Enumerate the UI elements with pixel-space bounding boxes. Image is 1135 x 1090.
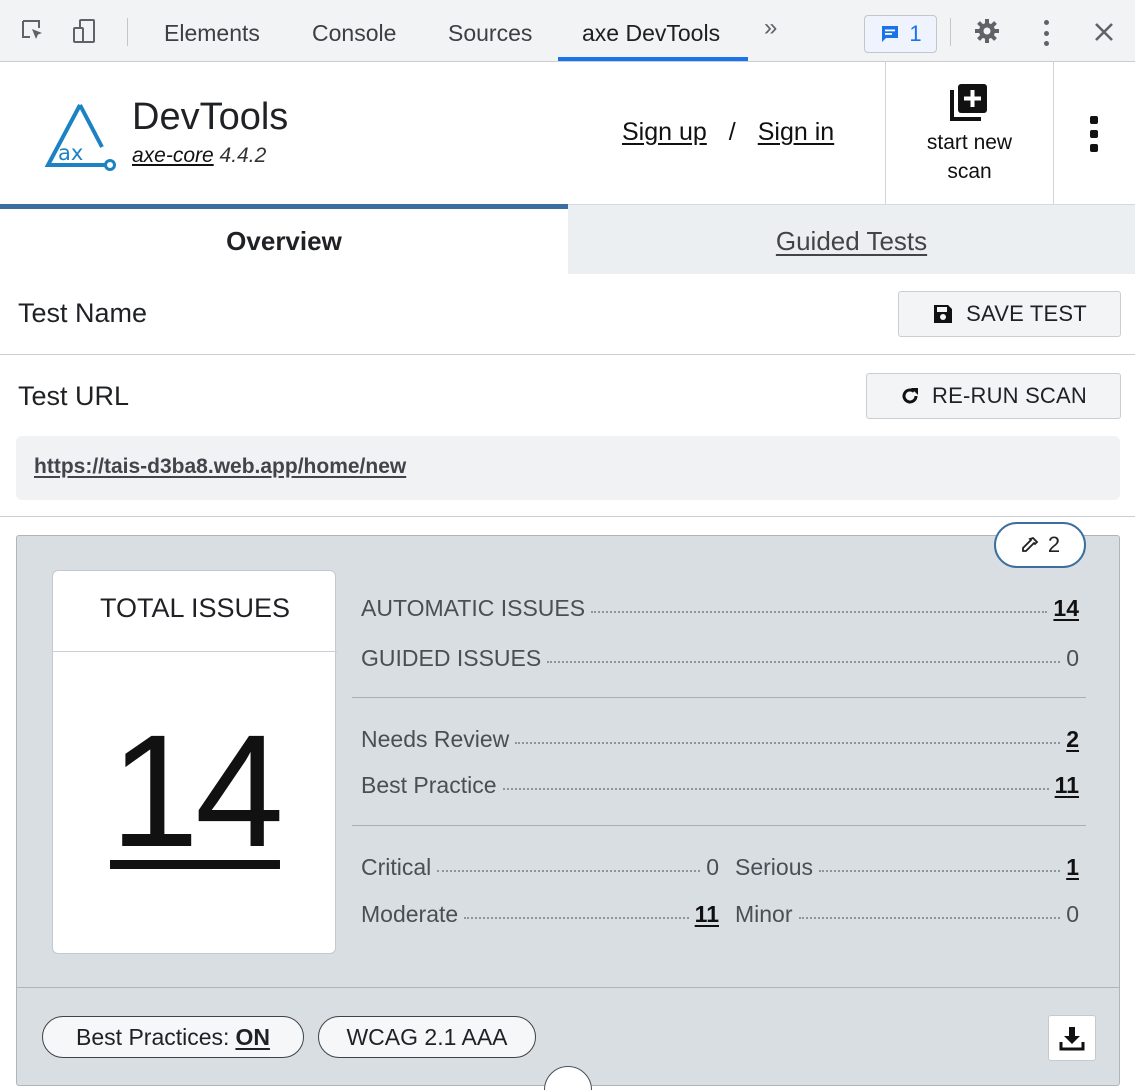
minor-count: 0 (1066, 901, 1079, 927)
best-practices-toggle[interactable]: Best Practices: ON (42, 1016, 304, 1058)
minor-label: Minor (735, 901, 793, 927)
axe-menu-icon[interactable] (1088, 116, 1100, 152)
total-issues-card: TOTAL ISSUES 14 (52, 570, 337, 954)
section-divider (352, 825, 1086, 826)
needs-review-pill-count: 2 (1047, 532, 1061, 557)
issues-counter-button[interactable]: 1 (864, 15, 937, 53)
wcag-standard-label: WCAG 2.1 AAA (346, 1023, 508, 1050)
needs-review-pill[interactable]: 2 (994, 522, 1086, 568)
issues-count: 1 (909, 21, 922, 46)
auth-links: Sign up / Sign in (622, 118, 834, 147)
critical-row: Critical 0 (361, 854, 719, 881)
test-name-label: Test Name (18, 298, 148, 328)
best-practice-row: Best Practice 11 (361, 772, 1079, 799)
divider (0, 354, 1135, 355)
active-tab-indicator (558, 57, 748, 61)
section-divider (352, 697, 1086, 698)
tab-guided-tests-label: Guided Tests (775, 226, 928, 256)
divider (0, 516, 1135, 517)
wcag-standard-selector[interactable]: WCAG 2.1 AAA (318, 1016, 536, 1058)
refresh-icon (902, 388, 918, 404)
tab-sources[interactable]: Sources (448, 0, 532, 62)
devtools-toolbar: Elements Console Sources axe DevTools » … (0, 0, 1135, 62)
start-new-scan-button[interactable]: start new scan (886, 62, 1053, 204)
axe-logo: ax (44, 101, 120, 178)
guided-issues-row: GUIDED ISSUES 0 (361, 645, 1079, 672)
test-url-field: https://tais-d3ba8.web.app/home/new (16, 436, 1120, 500)
critical-count: 0 (706, 854, 719, 880)
automatic-issues-label: AUTOMATIC ISSUES (361, 595, 586, 621)
save-icon (934, 305, 953, 323)
guided-issues-count: 0 (1066, 645, 1079, 671)
serious-label: Serious (735, 854, 813, 880)
axe-core-link[interactable]: axe-core (132, 144, 214, 167)
best-practices-label: Best Practices: (76, 1023, 230, 1050)
svg-text:ax: ax (58, 141, 83, 165)
devtools-menu-icon[interactable] (1036, 16, 1056, 50)
moderate-label: Moderate (361, 901, 459, 927)
rerun-scan-label: RE-RUN SCAN (932, 383, 1087, 408)
serious-count[interactable]: 1 (1066, 854, 1079, 881)
message-icon (882, 26, 899, 42)
sign-in-link[interactable]: Sign in (758, 118, 834, 146)
eyedropper-icon (1021, 536, 1039, 552)
card-divider (53, 651, 337, 652)
more-tabs-button[interactable]: » (764, 14, 777, 42)
tab-axe-devtools[interactable]: axe DevTools (582, 0, 720, 62)
automatic-issues-count[interactable]: 14 (1053, 595, 1079, 622)
best-practice-label: Best Practice (361, 772, 497, 798)
test-url-link[interactable]: https://tais-d3ba8.web.app/home/new (34, 455, 406, 479)
panel-footer-divider (16, 987, 1120, 988)
total-issues-title: TOTAL ISSUES (99, 593, 291, 623)
product-title: DevTools (132, 96, 289, 138)
close-icon[interactable] (1090, 18, 1118, 46)
device-toolbar-icon[interactable] (70, 16, 100, 46)
guided-issues-label: GUIDED ISSUES (361, 645, 542, 671)
tab-console[interactable]: Console (312, 0, 396, 62)
add-scan-icon (950, 84, 987, 121)
moderate-count[interactable]: 11 (695, 901, 719, 928)
tab-guided-tests[interactable]: Guided Tests (568, 204, 1135, 274)
start-new-scan-label: start new scan (926, 131, 1013, 183)
test-url-label: Test URL (18, 381, 130, 411)
engine-version-number: 4.4.2 (219, 144, 267, 167)
total-issues-count[interactable]: 14 (53, 706, 337, 876)
save-test-label: SAVE TEST (966, 301, 1087, 326)
export-button[interactable] (1048, 1015, 1096, 1061)
toolbar-divider (127, 18, 128, 46)
needs-review-count[interactable]: 2 (1066, 726, 1079, 753)
inspect-element-icon[interactable] (18, 16, 48, 46)
save-test-button[interactable]: SAVE TEST (898, 291, 1121, 337)
engine-version: axe-core 4.4.2 (132, 144, 266, 168)
needs-review-row: Needs Review 2 (361, 726, 1079, 753)
gear-icon[interactable] (972, 16, 1002, 46)
needs-review-label: Needs Review (361, 726, 510, 752)
sign-up-link[interactable]: Sign up (622, 118, 707, 146)
download-icon (1059, 1027, 1085, 1051)
tab-elements[interactable]: Elements (164, 0, 260, 62)
auth-separator: / (728, 118, 736, 146)
best-practices-state: ON (235, 1023, 270, 1050)
serious-row: Serious 1 (735, 854, 1079, 881)
minor-row: Minor 0 (735, 901, 1079, 928)
moderate-row: Moderate 11 (361, 901, 719, 928)
automatic-issues-row: AUTOMATIC ISSUES 14 (361, 595, 1079, 622)
critical-label: Critical (361, 854, 432, 880)
rerun-scan-button[interactable]: RE-RUN SCAN (866, 373, 1121, 419)
best-practice-count[interactable]: 11 (1055, 772, 1079, 799)
tab-overview[interactable]: Overview (0, 204, 568, 274)
toolbar-divider (950, 18, 951, 46)
header-divider (1053, 62, 1054, 204)
